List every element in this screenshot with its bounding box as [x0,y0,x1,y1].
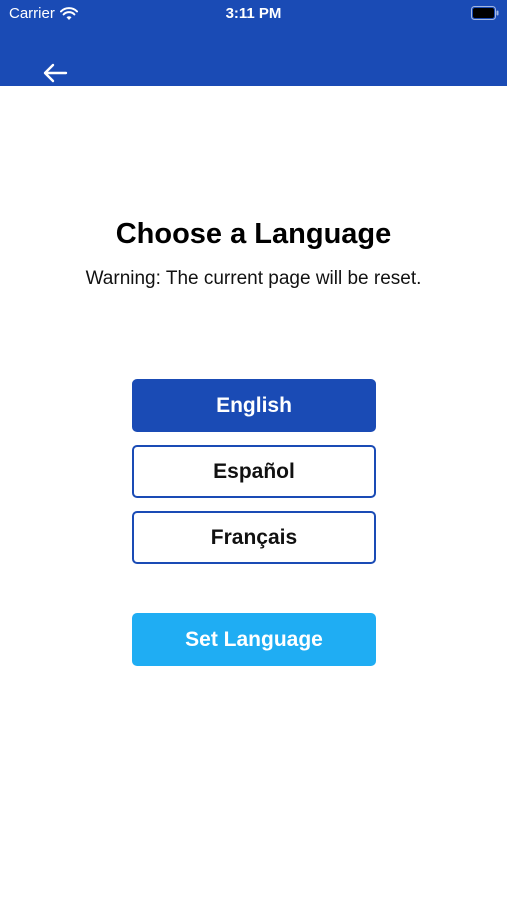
back-button[interactable] [38,58,72,88]
battery-icon [471,6,499,20]
status-bar: Carrier 3:11 PM [0,0,507,28]
language-option-english[interactable]: English [132,379,376,432]
language-option-espanol[interactable]: Español [132,445,376,498]
language-option-francais[interactable]: Français [132,511,376,564]
page-title: Choose a Language [115,218,392,250]
set-language-button[interactable]: Set Language [132,613,376,666]
app-header: Carrier 3:11 PM [0,0,507,86]
status-time: 3:11 PM [225,5,282,22]
reset-warning: Warning: The current page will be reset. [85,268,422,289]
arrow-left-icon [43,63,68,83]
